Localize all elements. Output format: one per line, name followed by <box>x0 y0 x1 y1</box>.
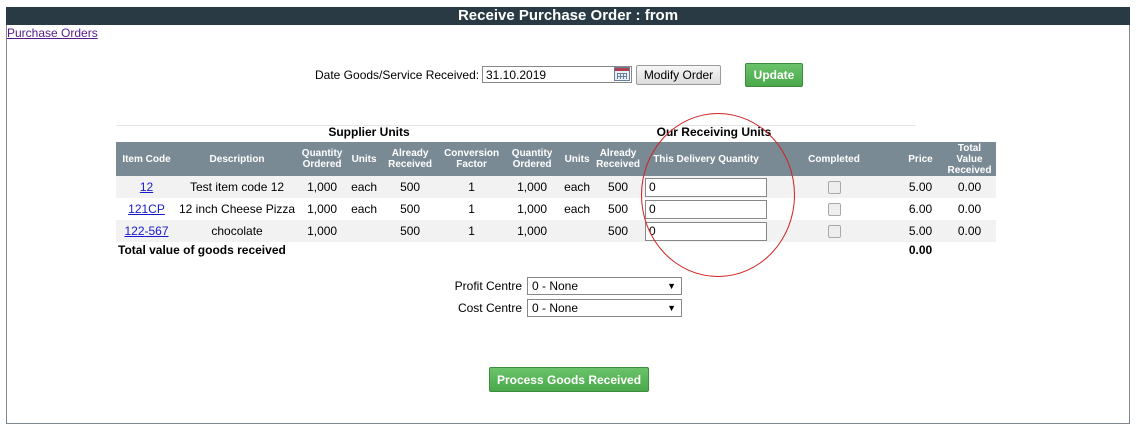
total-value: 0.00 <box>943 176 996 198</box>
units: each <box>347 176 382 198</box>
profit-centre-label: Profit Centre <box>454 279 522 293</box>
dropdown-arrow-icon: ▼ <box>667 281 676 291</box>
date-received-label: Date Goods/Service Received: <box>315 68 480 82</box>
modify-order-button[interactable]: Modify Order <box>636 65 721 85</box>
already-received-receiving: 500 <box>594 198 642 220</box>
units-receiving: each <box>560 176 595 198</box>
totals-row: Total value of goods received 0.00 <box>116 242 996 258</box>
delivery-qty-input[interactable] <box>645 221 767 241</box>
qty-ordered-receiving: 1,000 <box>504 198 561 220</box>
process-goods-received-button[interactable]: Process Goods Received <box>489 367 649 392</box>
profit-centre-select[interactable]: 0 - None ▼ <box>527 277 682 295</box>
price: 5.00 <box>898 176 943 198</box>
col-this-delivery: This Delivery Quantity <box>642 142 770 176</box>
delivery-qty-input[interactable] <box>645 199 767 219</box>
completed-checkbox[interactable] <box>827 181 841 195</box>
completed-checkbox[interactable] <box>827 225 841 239</box>
supplier-units-header: Supplier Units <box>328 125 410 139</box>
completed-checkbox[interactable] <box>827 203 841 217</box>
units-receiving: each <box>560 198 595 220</box>
qty-ordered-receiving: 1,000 <box>504 220 561 242</box>
cost-centre-value: 0 - None <box>532 301 579 315</box>
units-receiving <box>560 220 595 242</box>
col-total-value: Total Value Received <box>943 142 996 176</box>
col-price: Price <box>898 142 943 176</box>
already-received: 500 <box>381 220 440 242</box>
col-conversion-factor: Conversion Factor <box>439 142 505 176</box>
conversion-factor: 1 <box>439 176 505 198</box>
already-received: 500 <box>381 198 440 220</box>
col-units-receiving: Units <box>560 142 595 176</box>
conversion-factor: 1 <box>439 198 505 220</box>
already-received-receiving: 500 <box>594 176 642 198</box>
totals-value: 0.00 <box>898 242 943 258</box>
total-value: 0.00 <box>943 198 996 220</box>
col-qty-ordered-receiving: Quantity Ordered <box>504 142 561 176</box>
qty-ordered: 1,000 <box>297 198 348 220</box>
item-code-link[interactable]: 122-567 <box>124 224 168 238</box>
calendar-icon[interactable] <box>614 67 630 81</box>
purchase-orders-link[interactable]: Purchase Orders <box>7 26 98 40</box>
col-already-received-receiving: Already Received <box>594 142 642 176</box>
units <box>347 220 382 242</box>
totals-label: Total value of goods received <box>116 242 898 258</box>
table-row: 121CP 12 inch Cheese Pizza 1,000 each 50… <box>116 198 996 220</box>
item-code-link[interactable]: 12 <box>140 180 153 194</box>
col-already-received: Already Received <box>381 142 440 176</box>
table-row: 122-567 chocolate 1,000 500 1 1,000 500 … <box>116 220 996 242</box>
qty-ordered: 1,000 <box>297 176 348 198</box>
date-received-input[interactable] <box>482 66 632 83</box>
total-value: 0.00 <box>943 220 996 242</box>
profit-centre-value: 0 - None <box>532 279 579 293</box>
item-description: Test item code 12 <box>177 176 298 198</box>
dropdown-arrow-icon: ▼ <box>667 303 676 313</box>
col-units: Units <box>347 142 382 176</box>
col-item-code: Item Code <box>116 142 177 176</box>
item-code-link[interactable]: 121CP <box>128 202 165 216</box>
price: 6.00 <box>898 198 943 220</box>
already-received: 500 <box>381 176 440 198</box>
price: 5.00 <box>898 220 943 242</box>
table-row: 12 Test item code 12 1,000 each 500 1 1,… <box>116 176 996 198</box>
qty-ordered: 1,000 <box>297 220 348 242</box>
item-description: chocolate <box>177 220 298 242</box>
conversion-factor: 1 <box>439 220 505 242</box>
item-description: 12 inch Cheese Pizza <box>177 198 298 220</box>
units: each <box>347 198 382 220</box>
col-completed: Completed <box>770 142 898 176</box>
page-title: Receive Purchase Order : from <box>6 7 1130 25</box>
col-qty-ordered: Quantity Ordered <box>297 142 348 176</box>
receiving-units-header: Our Receiving Units <box>656 125 772 139</box>
order-items-table: Item Code Description Quantity Ordered U… <box>116 142 996 258</box>
qty-ordered-receiving: 1,000 <box>504 176 561 198</box>
col-description: Description <box>177 142 298 176</box>
table-header-row: Item Code Description Quantity Ordered U… <box>116 142 996 176</box>
group-divider <box>116 125 916 126</box>
cost-centre-select[interactable]: 0 - None ▼ <box>527 299 682 317</box>
update-button[interactable]: Update <box>745 63 803 87</box>
already-received-receiving: 500 <box>594 220 642 242</box>
delivery-qty-input[interactable] <box>645 177 767 197</box>
cost-centre-label: Cost Centre <box>457 301 522 315</box>
